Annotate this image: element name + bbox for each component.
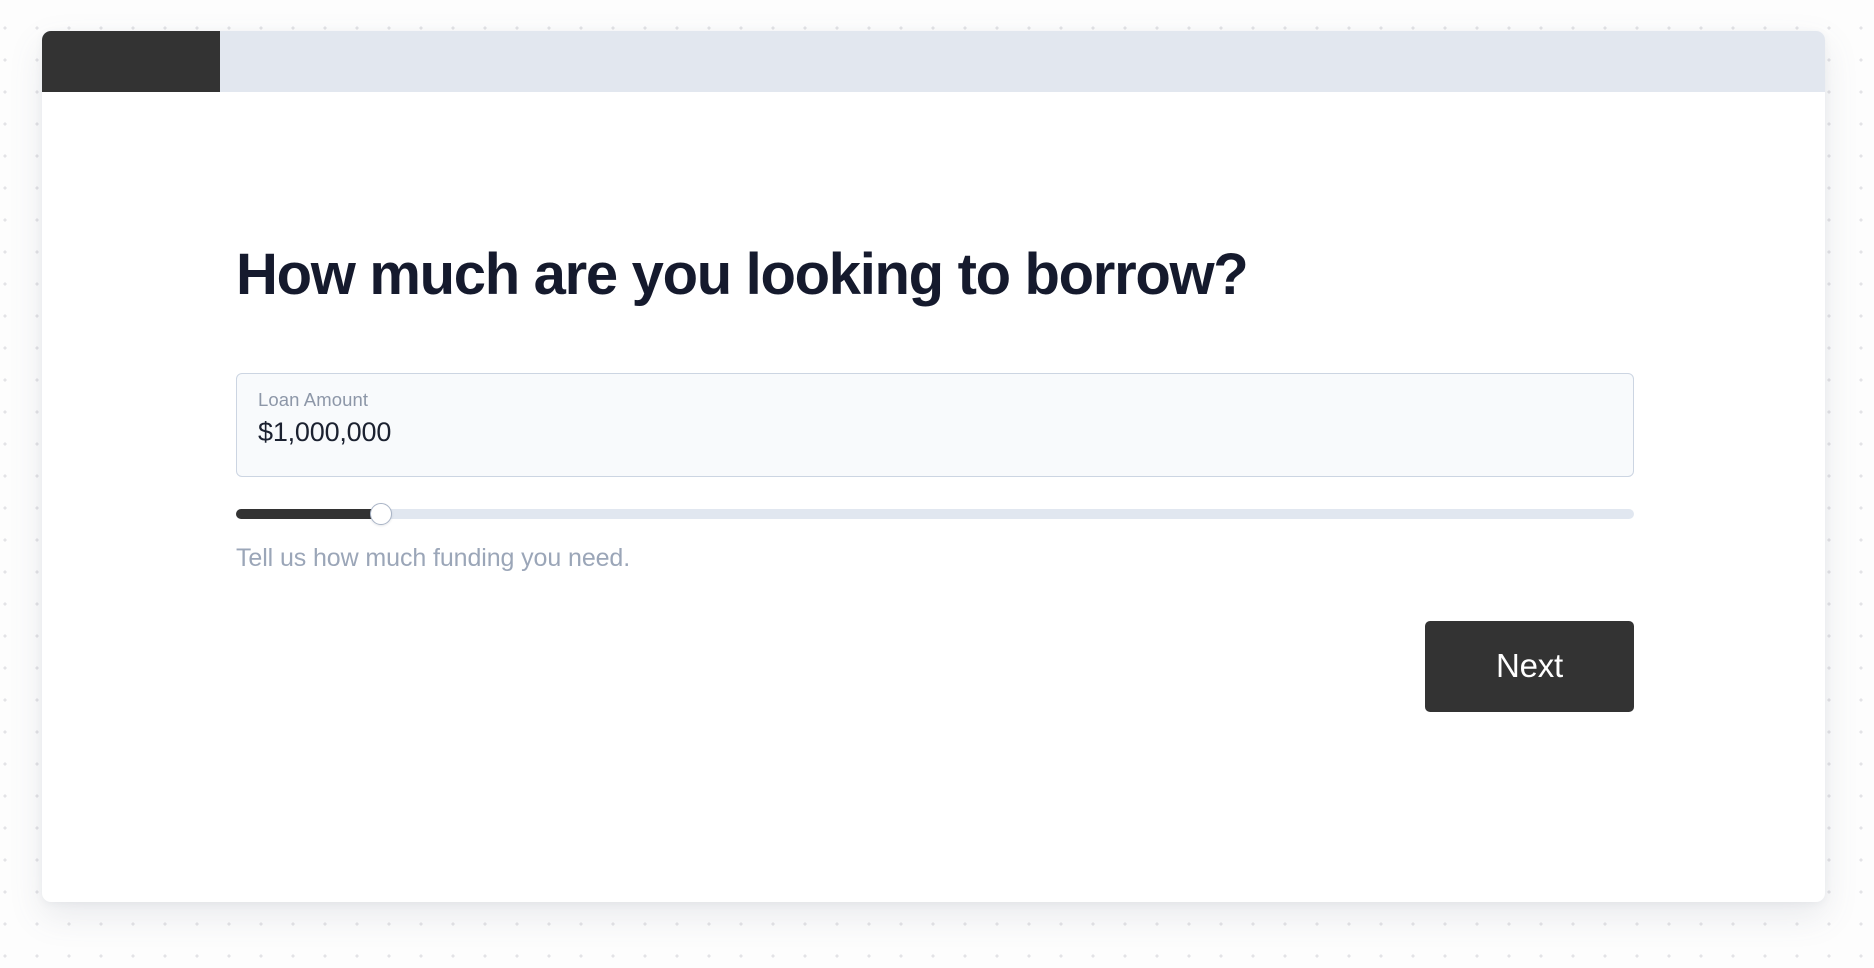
helper-text: Tell us how much funding you need. <box>236 543 631 572</box>
slider-rail[interactable] <box>236 508 1634 519</box>
loan-amount-field[interactable]: Loan Amount $1,000,000 <box>236 372 1634 477</box>
slider-filled-track <box>236 508 382 519</box>
wizard-card: How much are you looking to borrow? Loan… <box>42 31 1825 902</box>
page-title: How much are you looking to borrow? <box>236 242 1249 307</box>
progress-bar-fill <box>42 31 221 92</box>
progress-bar <box>42 31 1825 92</box>
form-actions: Next <box>236 620 1634 712</box>
next-button[interactable]: Next <box>1425 620 1634 712</box>
loan-amount-label: Loan Amount <box>258 388 369 410</box>
loan-amount-slider[interactable] <box>236 502 1634 525</box>
form-content: How much are you looking to borrow? Loan… <box>42 92 1825 712</box>
slider-thumb[interactable] <box>370 502 393 525</box>
loan-amount-input[interactable]: $1,000,000 <box>258 417 1612 448</box>
